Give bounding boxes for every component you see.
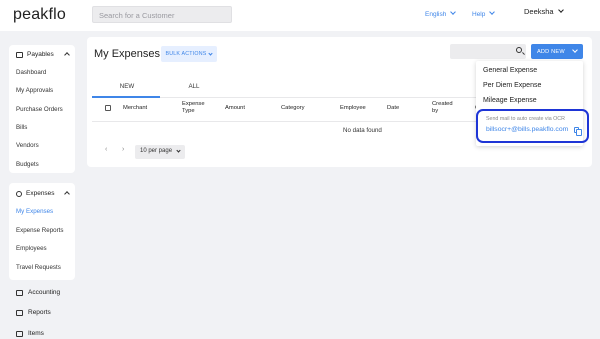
ocr-note: Send mail to auto create via OCR xyxy=(486,116,565,122)
items-icon xyxy=(16,330,23,337)
sidebar-section-expenses[interactable]: Expenses xyxy=(16,190,55,197)
bulk-actions-button[interactable]: BULK ACTIONS xyxy=(161,46,217,62)
sidebar-item-label: Items xyxy=(28,330,44,337)
sidebar-item-reports[interactable]: Reports xyxy=(16,309,51,316)
table-search-input[interactable] xyxy=(450,44,526,59)
top-bar: peakflo Search for a Customer English He… xyxy=(0,0,600,31)
chevron-up-icon[interactable] xyxy=(64,52,70,58)
menu-item-per-diem-expense[interactable]: Per Diem Expense xyxy=(483,82,541,89)
sidebar-item-accounting[interactable]: Accounting xyxy=(16,289,60,296)
sidebar-item-my-expenses[interactable]: My Expenses xyxy=(16,208,53,215)
select-all-checkbox[interactable] xyxy=(105,105,111,111)
sidebar-item-travel-requests[interactable]: Travel Requests xyxy=(16,264,61,271)
sidebar-section-label: Payables xyxy=(27,51,54,58)
add-new-dropdown: General Expense Per Diem Expense Mileage… xyxy=(476,61,589,146)
sidebar-item-my-approvals[interactable]: My Approvals xyxy=(16,87,53,94)
sidebar-item-bills[interactable]: Bills xyxy=(16,124,27,131)
copy-icon[interactable] xyxy=(574,127,582,136)
accounting-icon xyxy=(16,289,23,296)
prev-page-button[interactable]: ‹ xyxy=(105,146,107,153)
add-new-label: ADD NEW xyxy=(537,48,565,55)
bulk-actions-label: BULK ACTIONS xyxy=(165,51,207,57)
empty-state-text: No data found xyxy=(343,127,382,134)
tab-new[interactable]: NEW xyxy=(92,83,162,90)
language-selector[interactable]: English xyxy=(425,9,457,18)
sidebar-section-label: Expenses xyxy=(26,190,55,197)
chevron-down-icon xyxy=(572,47,578,53)
app-logo[interactable]: peakflo xyxy=(13,6,66,24)
help-label: Help xyxy=(472,11,486,18)
ocr-email-highlight: Send mail to auto create via OCR billsoc… xyxy=(476,109,589,143)
globe-icon xyxy=(16,190,22,197)
user-menu[interactable]: Deeksha xyxy=(524,7,564,16)
column-header-employee[interactable]: Employee xyxy=(340,105,366,112)
menu-item-general-expense[interactable]: General Expense xyxy=(483,67,537,74)
reports-icon xyxy=(16,309,23,316)
chevron-down-icon xyxy=(450,9,457,15)
header-divider xyxy=(92,121,482,122)
ocr-email-link[interactable]: billsocr+@bills.peakflo.com xyxy=(486,126,568,133)
sidebar-item-label: Accounting xyxy=(28,289,61,296)
search-icon[interactable] xyxy=(516,47,522,53)
menu-item-mileage-expense[interactable]: Mileage Expense xyxy=(483,97,537,104)
column-header-date[interactable]: Date xyxy=(387,105,399,112)
user-name: Deeksha xyxy=(524,7,554,16)
next-page-button[interactable]: › xyxy=(122,146,124,153)
payables-icon xyxy=(16,51,23,58)
sidebar-item-employees[interactable]: Employees xyxy=(16,245,47,252)
sidebar-section-payables[interactable]: Payables xyxy=(16,51,54,58)
column-header-amount[interactable]: Amount xyxy=(225,105,245,112)
language-label: English xyxy=(425,11,447,18)
sidebar-item-purchase-orders[interactable]: Purchase Orders xyxy=(16,106,63,113)
chevron-down-icon xyxy=(176,148,181,153)
column-header-created-by[interactable]: Created by xyxy=(432,101,458,115)
tab-all[interactable]: ALL xyxy=(159,83,229,90)
sidebar-expenses: Expenses My Expenses Expense Reports Emp… xyxy=(9,183,75,280)
active-tab-indicator xyxy=(92,96,160,98)
chevron-down-icon xyxy=(557,7,564,13)
page-title: My Expenses xyxy=(94,48,161,60)
sidebar-item-items[interactable]: Items xyxy=(16,330,44,337)
sidebar-item-expense-reports[interactable]: Expense Reports xyxy=(16,227,63,234)
sidebar-item-budgets[interactable]: Budgets xyxy=(16,161,39,168)
customer-search-input[interactable]: Search for a Customer xyxy=(92,6,232,23)
column-header-category[interactable]: Category xyxy=(281,105,305,112)
chevron-up-icon[interactable] xyxy=(64,191,70,197)
per-page-value: 10 per page xyxy=(140,148,173,154)
per-page-select[interactable]: 10 per page xyxy=(135,145,185,159)
sidebar-item-vendors[interactable]: Vendors xyxy=(16,142,39,149)
chevron-down-icon xyxy=(489,9,496,15)
column-header-merchant[interactable]: Merchant xyxy=(123,105,147,112)
chevron-down-icon xyxy=(208,50,214,56)
add-new-button[interactable]: ADD NEW xyxy=(531,44,583,59)
column-header-expense-type[interactable]: Expense Type xyxy=(182,101,208,115)
sidebar-item-label: Reports xyxy=(28,309,51,316)
sidebar-item-dashboard[interactable]: Dashboard xyxy=(16,69,46,76)
help-menu[interactable]: Help xyxy=(472,9,496,18)
sidebar-payables: Payables Dashboard My Approvals Purchase… xyxy=(9,45,75,173)
